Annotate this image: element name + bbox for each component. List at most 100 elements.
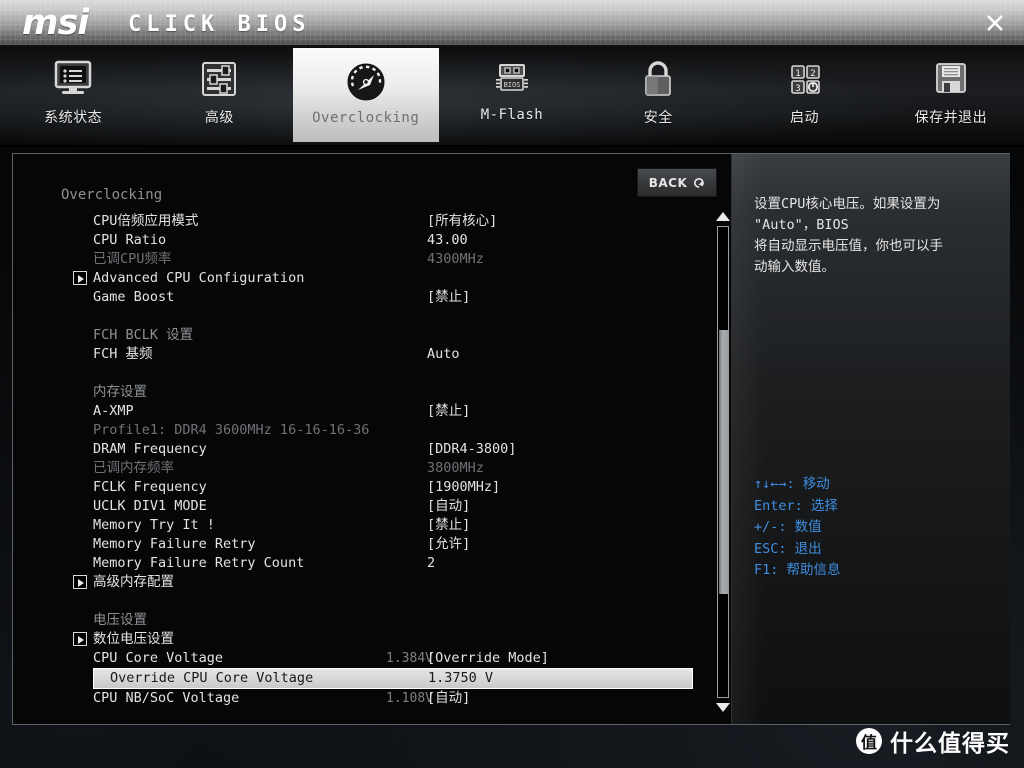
svg-text:2: 2 [810,69,815,79]
setting-row[interactable]: 已调CPU频率 4300MHz [13,250,731,269]
svg-text:3: 3 [795,84,800,94]
setting-label: Advanced CPU Configuration [93,270,305,286]
setting-label: Memory Failure Retry Count [93,555,305,571]
expand-arrow-icon[interactable] [73,632,87,646]
scroll-down-arrow-icon[interactable] [716,703,730,712]
bios-app: msi CLICK BIOS 系统状态 高级 Overclocking BIOS… [0,0,1024,768]
msi-logo: msi [22,3,89,43]
nav-item-label: 高级 [204,110,234,126]
watermark-badge: 值 [856,728,882,754]
setting-value[interactable]: 3800MHz [427,459,484,478]
setting-label: FCH BCLK 设置 [93,327,194,343]
nav-item-label: Overclocking [312,110,420,126]
nav-item-[interactable]: 保存并退出 [878,45,1024,145]
setting-label: FCLK Frequency [93,479,207,495]
setting-value[interactable]: 4300MHz [427,250,484,269]
setting-label: CPU Ratio [93,232,167,248]
setting-label: UCLK DIV1 MODE [93,498,207,514]
setting-value[interactable]: Auto [427,345,460,364]
setting-row[interactable]: CPU倍频应用模式 [所有核心] [13,212,731,231]
setting-label: Game Boost [93,289,175,305]
key-legend-line: Enter: 选择 [754,497,838,514]
scrollbar-track[interactable] [717,226,729,698]
watermark-text: 什么值得买 [890,731,1010,757]
setting-value[interactable]: 43.00 [427,231,468,250]
setting-row[interactable]: UCLK DIV1 MODE [自动] [13,497,731,516]
key-legend-line: +/-: 数值 [754,519,822,535]
setting-row[interactable]: Game Boost [禁止] [13,288,731,307]
page-title: Overclocking [61,187,163,203]
setting-row[interactable]: CPU Ratio 43.00 [13,231,731,250]
setting-value[interactable]: [自动] [427,497,470,516]
setting-label: Override CPU Core Voltage [110,670,314,686]
setting-row[interactable]: Advanced CPU Configuration [13,269,731,288]
content-frame: BACK Overclocking CPU倍频应用模式 [所有核心] CPU Rat… [12,153,1010,725]
setting-label: DRAM Frequency [93,441,207,457]
vertical-scrollbar[interactable] [713,212,731,712]
nav-item-m-flash[interactable]: BIOS M-Flash [439,45,585,145]
row-spacer [13,592,731,611]
back-button[interactable]: BACK [637,168,717,197]
setting-value[interactable]: [自动] [427,689,470,708]
setting-row[interactable]: 高级内存配置 [13,573,731,592]
expand-arrow-icon[interactable] [73,271,87,285]
setting-label: 高级内存配置 [93,574,174,590]
key-legend-line: ↑↓←→: 移动 [754,476,830,492]
setting-row[interactable]: FCH 基频 Auto [13,345,731,364]
expand-arrow-icon[interactable] [73,575,87,589]
help-description: 设置CPU核心电压。如果设置为 "Auto"，BIOS 将自动显示电压值，你也可… [754,196,943,275]
title-bar: msi CLICK BIOS [0,0,1024,45]
setting-label: A-XMP [93,403,134,419]
setting-value[interactable]: 2 [427,554,435,573]
setting-value[interactable]: [禁止] [427,516,470,535]
setting-current-reading: 1.108V [386,691,433,706]
setting-value[interactable]: [允许] [427,535,470,554]
nav-item-[interactable]: 1 2 3 启动 [731,45,877,145]
svg-text:BIOS: BIOS [504,81,521,89]
undo-arrow-icon [694,178,704,188]
setting-row[interactable]: Memory Try It ! [禁止] [13,516,731,535]
nav-item-[interactable]: 高级 [146,45,292,145]
setting-value[interactable]: [Override Mode] [427,649,549,668]
setting-row[interactable]: Override CPU Core Voltage 1.3750 V [93,668,693,689]
scrollbar-thumb[interactable] [719,330,729,594]
setting-row[interactable]: DRAM Frequency [DDR4-3800] [13,440,731,459]
setting-row[interactable]: A-XMP [禁止] [13,402,731,421]
setting-row[interactable]: 已调内存频率 3800MHz [13,459,731,478]
setting-row[interactable]: CPU Core Voltage 1.384V [Override Mode] [13,649,731,668]
help-pane: 设置CPU核心电压。如果设置为 "Auto"，BIOS 将自动显示电压值，你也可… [731,154,1010,724]
setting-row[interactable]: Memory Failure Retry Count 2 [13,554,731,573]
setting-row[interactable]: 数位电压设置 [13,630,731,649]
nav-item-[interactable]: 系统状态 [0,45,146,145]
setting-value[interactable]: [所有核心] [427,212,497,231]
setting-value[interactable]: [DDR4-3800] [427,440,516,459]
scroll-up-arrow-icon[interactable] [716,212,730,221]
setting-label: 数位电压设置 [93,631,174,647]
setting-value[interactable]: 1.3750 V [428,669,493,688]
nav-item-overclocking[interactable]: Overclocking [292,48,439,142]
setting-label: CPU NB/SoC Voltage [93,690,240,706]
setting-value[interactable]: [禁止] [427,402,470,421]
main-navigation: 系统状态 高级 Overclocking BIOS M-Flash 安全 1 2 [0,45,1024,147]
key-legend-line: ESC: 退出 [754,540,822,557]
setting-label: 已调CPU频率 [93,251,172,267]
setting-row: 内存设置 [13,383,731,402]
setting-label: CPU Core Voltage [93,650,224,666]
setting-row[interactable]: Profile1: DDR4 3600MHz 16-16-16-36 [13,421,731,440]
setting-row[interactable]: Memory Failure Retry [允许] [13,535,731,554]
settings-pane: BACK Overclocking CPU倍频应用模式 [所有核心] CPU Rat… [13,154,731,724]
back-button-label: BACK [648,175,688,190]
nav-item-[interactable]: 安全 [585,45,731,145]
setting-value[interactable]: [禁止] [427,288,470,307]
setting-label: 电压设置 [93,612,147,628]
setting-row[interactable]: CPU NB/SoC Voltage 1.108V [自动] [13,689,731,708]
close-icon[interactable] [980,8,1010,38]
setting-label: Memory Failure Retry [93,536,256,552]
watermark: 值 什么值得买 [856,724,1010,758]
setting-value[interactable]: [1900MHz] [427,478,500,497]
click-bios-wordmark: CLICK BIOS [128,12,311,37]
nav-item-label: 安全 [643,110,673,126]
setting-row[interactable]: FCLK Frequency [1900MHz] [13,478,731,497]
lock-icon [635,53,681,105]
key-legend-line: F1: 帮助信息 [754,562,841,578]
